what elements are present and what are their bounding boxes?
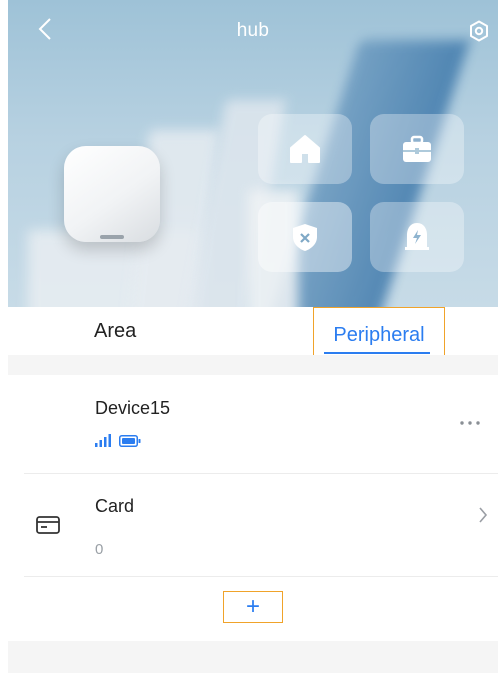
- mode-home-button[interactable]: [258, 114, 352, 184]
- more-dots-icon: [460, 421, 480, 425]
- tab-bar: Area Peripheral: [8, 307, 498, 363]
- mode-disarm-button[interactable]: [258, 202, 352, 272]
- briefcase-icon: [403, 135, 431, 162]
- tab-peripheral-label: Peripheral: [333, 323, 425, 346]
- list-item-card[interactable]: Card 0: [8, 474, 498, 576]
- shield-x-icon: [293, 224, 317, 251]
- chevron-right-icon: [479, 507, 488, 523]
- card-icon: [36, 516, 60, 534]
- device-status: [95, 434, 141, 447]
- hub-device-image: [64, 146, 160, 242]
- bell-bolt-icon: [405, 223, 429, 250]
- mode-panic-button[interactable]: [370, 202, 464, 272]
- chevron-wrapper: [478, 506, 488, 529]
- battery-icon: [119, 434, 141, 447]
- list-item-device[interactable]: Device15: [8, 375, 498, 473]
- add-peripheral-button[interactable]: +: [223, 591, 283, 623]
- mode-away-button[interactable]: [370, 114, 464, 184]
- footer-spacer: [8, 641, 498, 673]
- tab-active-indicator: [324, 352, 430, 354]
- signal-bars-icon: [95, 434, 111, 447]
- card-count: 0: [95, 541, 104, 558]
- card-icon-wrapper: [36, 516, 60, 539]
- settings-circle-icon: [470, 20, 488, 42]
- add-row: +: [8, 577, 498, 641]
- top-bar: hub: [8, 0, 498, 64]
- section-spacer: [8, 355, 498, 375]
- page-title: hub: [236, 20, 270, 41]
- device-more-button[interactable]: [458, 415, 482, 431]
- house-icon: [290, 135, 320, 163]
- hub-hero: hub: [8, 0, 498, 307]
- card-name: Card: [95, 496, 135, 516]
- tab-area[interactable]: Area: [94, 307, 136, 355]
- settings-button[interactable]: [466, 18, 492, 44]
- device-name: Device15: [95, 398, 171, 418]
- device-port: [100, 235, 124, 239]
